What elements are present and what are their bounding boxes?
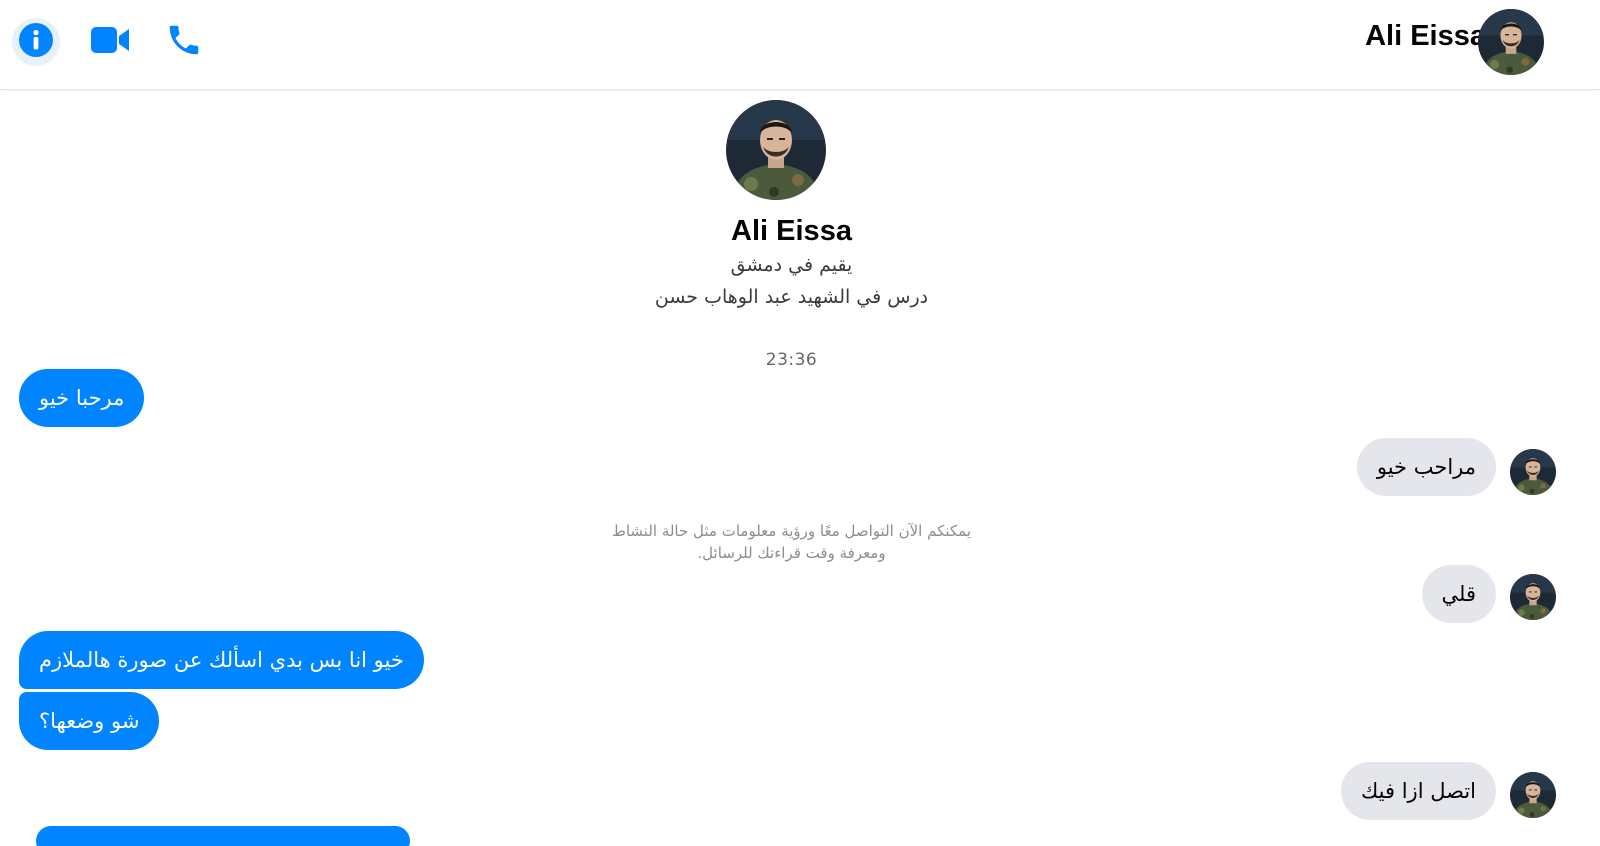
info-icon [18, 22, 54, 62]
outgoing-message[interactable]: مرحبا خيو [19, 369, 145, 427]
video-camera-icon [90, 24, 130, 60]
profile-education: درس في الشهيد عبد الوهاب حسن [654, 286, 929, 308]
sender-avatar[interactable] [1510, 449, 1556, 495]
profile-location: يقيم في دمشق [730, 254, 853, 276]
conversation-header: Ali Eissa [0, 0, 1600, 90]
phone-icon [165, 21, 203, 63]
info-button[interactable] [12, 18, 60, 66]
incoming-message[interactable]: قلي [1421, 565, 1496, 623]
notice-line-2: ومعرفة وقت قراءتك للرسائل. [697, 544, 886, 562]
header-avatar[interactable] [1478, 9, 1544, 75]
outgoing-message[interactable]: خيو انا بس بدي اسألك عن صورة هالملازم [19, 631, 424, 689]
message-timestamp: 23:36 [765, 350, 818, 370]
notice-line-1: يمكنكم الآن التواصل معًا ورؤية معلومات م… [611, 522, 972, 540]
incoming-message[interactable]: اتصل ازا فيك [1340, 762, 1496, 820]
header-contact-name[interactable]: Ali Eissa [1365, 20, 1486, 53]
sender-avatar[interactable] [1510, 574, 1556, 620]
incoming-message[interactable]: مراحب خيو [1356, 438, 1496, 496]
video-call-button[interactable] [86, 18, 134, 66]
outgoing-message[interactable]: شو وضعها؟ [19, 692, 160, 750]
sender-avatar[interactable] [1510, 772, 1556, 818]
header-actions [12, 18, 234, 66]
profile-avatar[interactable] [726, 100, 826, 200]
voice-call-button[interactable] [160, 18, 208, 66]
connection-notice: يمكنكم الآن التواصل معًا ورؤية معلومات م… [0, 520, 1583, 564]
profile-name: Ali Eissa [731, 215, 852, 247]
outgoing-message-partial[interactable] [36, 826, 410, 846]
